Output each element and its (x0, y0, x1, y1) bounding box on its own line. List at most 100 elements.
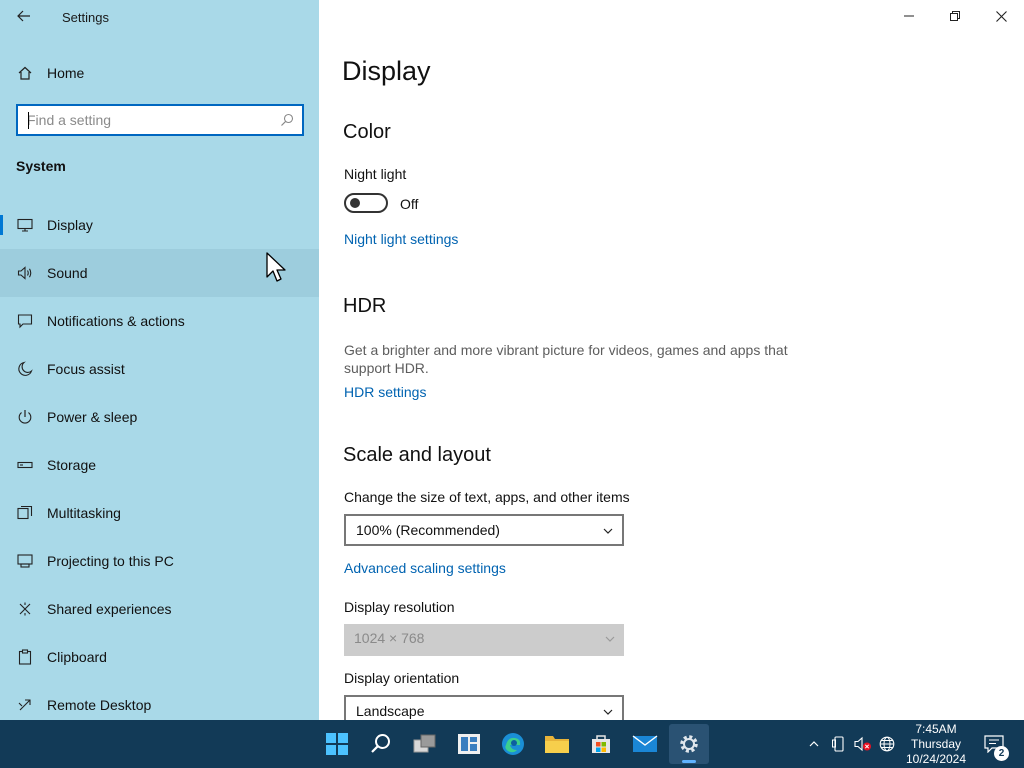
night-light-settings-link[interactable]: Night light settings (344, 231, 458, 247)
search-input[interactable] (27, 107, 267, 133)
back-button[interactable] (10, 4, 38, 28)
chevron-down-icon (602, 705, 614, 720)
projecting-icon (16, 552, 34, 570)
speaker-muted-icon (854, 736, 871, 752)
mouse-pointer-icon (266, 252, 286, 282)
start-button[interactable] (317, 724, 357, 764)
page-title: Display (342, 56, 431, 86)
sidebar-item-projecting[interactable]: Projecting to this PC (0, 537, 319, 585)
scale-dropdown-value: 100% (Recommended) (356, 522, 500, 538)
clock[interactable]: 7:45AM Thursday 10/24/2024 (900, 722, 972, 767)
close-button[interactable] (978, 0, 1024, 32)
restore-button[interactable] (932, 0, 978, 32)
restore-icon (950, 11, 960, 21)
search-icon (371, 734, 390, 753)
edge-button[interactable] (493, 724, 533, 764)
section-title: System (16, 158, 66, 174)
sidebar-item-label: Focus assist (47, 361, 125, 377)
close-icon (995, 10, 1007, 22)
hdr-settings-link[interactable]: HDR settings (344, 384, 426, 400)
moon-icon (16, 360, 34, 378)
chevron-down-icon (604, 632, 616, 650)
resolution-dropdown: 1024 × 768 (344, 624, 624, 656)
task-view-icon (413, 734, 436, 753)
sidebar-item-label: Shared experiences (47, 601, 172, 617)
main-content: Display Color Night light Off Night ligh… (319, 0, 1024, 720)
taskbar: 7:45AM Thursday 10/24/2024 2 (0, 720, 1024, 768)
nav-home[interactable]: Home (0, 49, 319, 97)
resolution-dropdown-value: 1024 × 768 (354, 630, 425, 646)
orientation-label: Display orientation (344, 670, 460, 686)
toggle-knob (350, 198, 360, 208)
settings-button[interactable] (669, 724, 709, 764)
tray-device-button[interactable] (829, 734, 849, 754)
sidebar-item-shared-experiences[interactable]: Shared experiences (0, 585, 319, 633)
hdr-heading: HDR (343, 295, 387, 317)
multitasking-icon (16, 504, 34, 522)
edge-icon (502, 733, 524, 755)
settings-icon (680, 735, 698, 753)
sidebar-item-label: Multitasking (47, 505, 121, 521)
notification-icon (16, 312, 34, 330)
window-controls (886, 0, 1024, 32)
network-button[interactable] (877, 734, 897, 754)
chevron-down-icon (602, 524, 614, 542)
widgets-button[interactable] (449, 724, 489, 764)
clock-day: Thursday (910, 737, 962, 751)
title-bar: Settings (0, 0, 319, 34)
sidebar-item-display[interactable]: Display (0, 201, 319, 249)
night-light-state: Off (400, 196, 419, 212)
sidebar-item-label: Display (47, 217, 93, 233)
widgets-icon (458, 734, 480, 754)
chevron-up-icon (809, 741, 819, 747)
notification-count-badge: 2 (994, 746, 1009, 761)
monitor-icon (16, 216, 34, 234)
scale-dropdown[interactable]: 100% (Recommended) (344, 514, 624, 546)
sidebar-item-label: Remote Desktop (47, 697, 152, 713)
clipboard-icon (16, 648, 34, 666)
search-icon[interactable] (280, 113, 294, 132)
home-icon (16, 64, 34, 82)
nav-home-label: Home (47, 65, 85, 81)
sidebar-item-label: Storage (47, 457, 97, 473)
volume-button[interactable] (853, 734, 873, 754)
sidebar-item-clipboard[interactable]: Clipboard (0, 633, 319, 681)
advanced-scaling-link[interactable]: Advanced scaling settings (344, 560, 506, 576)
sidebar: Settings Home System Display Sound Notif… (0, 0, 319, 720)
store-button[interactable] (581, 724, 621, 764)
resolution-label: Display resolution (344, 599, 455, 615)
orientation-dropdown[interactable]: Landscape (344, 695, 624, 720)
clock-date: 10/24/2024 (905, 752, 967, 766)
minimize-icon (904, 15, 914, 17)
minimize-button[interactable] (886, 0, 932, 32)
sidebar-item-notifications[interactable]: Notifications & actions (0, 297, 319, 345)
task-view-button[interactable] (405, 724, 445, 764)
taskbar-search-button[interactable] (361, 724, 401, 764)
shared-experiences-icon (16, 600, 34, 618)
scale-layout-heading: Scale and layout (343, 444, 491, 466)
show-hidden-icons-button[interactable] (804, 734, 824, 754)
power-icon (16, 408, 34, 426)
file-explorer-button[interactable] (537, 724, 577, 764)
sidebar-item-remote-desktop[interactable]: Remote Desktop (0, 681, 319, 720)
globe-icon (879, 736, 895, 752)
night-light-label: Night light (344, 166, 407, 182)
sidebar-item-label: Projecting to this PC (47, 553, 174, 569)
storage-icon (16, 456, 34, 474)
sidebar-item-storage[interactable]: Storage (0, 441, 319, 489)
sidebar-item-multitasking[interactable]: Multitasking (0, 489, 319, 537)
sidebar-item-focus-assist[interactable]: Focus assist (0, 345, 319, 393)
search-box[interactable] (16, 104, 304, 136)
back-arrow-icon (17, 10, 30, 22)
sidebar-item-label: Notifications & actions (47, 313, 185, 329)
night-light-toggle[interactable] (344, 193, 388, 213)
app-title: Settings (62, 10, 109, 25)
start-icon (326, 733, 348, 755)
speaker-icon (16, 264, 34, 282)
color-heading: Color (343, 121, 391, 143)
mail-button[interactable] (625, 724, 665, 764)
file-explorer-icon (545, 736, 569, 753)
sidebar-item-power-sleep[interactable]: Power & sleep (0, 393, 319, 441)
mail-icon (632, 735, 658, 752)
sidebar-item-label: Clipboard (47, 649, 107, 665)
